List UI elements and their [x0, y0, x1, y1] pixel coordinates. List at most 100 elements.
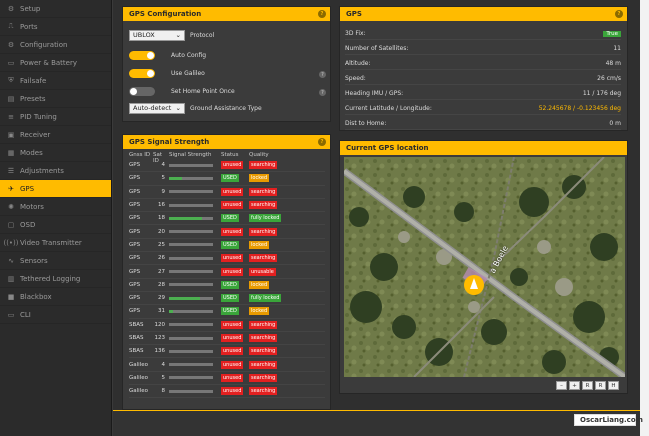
sidebar-item-ports[interactable]: ⎍ Ports	[0, 18, 111, 36]
main-content: GPS Configuration ? UBLOX ⌄ Protocol Aut…	[113, 0, 640, 410]
assist-select[interactable]: Auto-detect ⌄	[129, 102, 185, 114]
sidebar-item-label: Presets	[20, 94, 46, 103]
satellite-map[interactable]: a Boele	[344, 157, 625, 377]
gps-location-panel: Current GPS location a Boele – + R R H	[339, 140, 628, 394]
protocol-row: UBLOX ⌄ Protocol	[129, 29, 214, 41]
gps-info-panel: GPS ? 3D Fix: True Number of Satellites: 11…	[339, 6, 628, 131]
sidebar-item-blackbox[interactable]: ■ Blackbox	[0, 288, 111, 306]
signal-bar	[169, 176, 213, 180]
help-icon[interactable]: ?	[318, 138, 326, 146]
help-icon[interactable]: ?	[318, 10, 326, 18]
sidebar-item-motors[interactable]: ✺ Motors	[0, 198, 111, 216]
info-row: Number of Satellites: 11	[345, 43, 621, 55]
quality-badge: locked	[249, 307, 270, 316]
reset-button[interactable]: R	[595, 381, 606, 390]
blackbox-icon: ■	[7, 292, 15, 301]
signal-bar	[169, 190, 213, 194]
gnss-id: GPS	[129, 268, 141, 275]
shield-icon: ⛨	[8, 76, 14, 84]
signal-strength	[169, 363, 221, 367]
sidebar-item-tethered-logging[interactable]: ▥ Tethered Logging	[0, 270, 111, 288]
sidebar-item-pid-tuning[interactable]: ≡ PID Tuning	[0, 108, 111, 126]
signal-strength	[169, 163, 221, 167]
sat-id: 18	[158, 215, 165, 222]
gps-configuration-panel: GPS Configuration ? UBLOX ⌄ Protocol Aut…	[122, 6, 331, 122]
quality-badge: searching	[249, 347, 278, 356]
info-value: 48 m	[605, 60, 621, 67]
signal-strength	[169, 256, 221, 260]
gnss-id: GPS	[129, 295, 141, 302]
sidebar-item-failsafe[interactable]: ⛨ Failsafe	[0, 72, 111, 90]
sidebar-item-sensors[interactable]: ∿ Sensors	[0, 252, 111, 270]
sidebar-item-adjustments[interactable]: ☰ Adjustments	[0, 162, 111, 180]
signal-bar	[169, 389, 213, 393]
signal-bar	[169, 336, 213, 340]
signal-strength	[169, 349, 221, 353]
table-row: GPS 20 unused searching	[129, 225, 325, 239]
help-icon[interactable]: ?	[615, 10, 623, 18]
zoom-out-button[interactable]: –	[556, 381, 567, 390]
status-badge: unused	[221, 387, 244, 396]
vtx-icon: ((•))	[3, 238, 19, 247]
sidebar-item-label: GPS	[20, 184, 35, 193]
home-button[interactable]: H	[608, 381, 619, 390]
signal-strength	[169, 376, 221, 380]
sat-id: 27	[158, 268, 165, 275]
protocol-label: Protocol	[190, 31, 215, 39]
table-row: Galileo 4 unused searching	[129, 358, 325, 372]
sidebar: ⚙ Setup ⎍ Ports ⚙ Configuration ▭ Power & Batte…	[0, 0, 112, 436]
info-value: 52.245678 / -0.123456 deg	[538, 105, 621, 112]
gnss-id: GPS	[129, 241, 141, 248]
assist-row: Auto-detect ⌄ Ground Assistance Type	[129, 102, 262, 114]
panel-title: GPS	[346, 10, 362, 18]
quality-badge: searching	[249, 334, 278, 342]
sidebar-item-gps[interactable]: ✈ GPS	[0, 180, 111, 198]
table-row: GPS 26 unused searching	[129, 252, 325, 266]
status-badge: USED	[221, 294, 239, 303]
reset-button[interactable]: R	[582, 381, 593, 390]
sidebar-item-cli[interactable]: ▭ CLI	[0, 306, 111, 324]
signal-bar-fill	[169, 176, 183, 180]
scrollbar[interactable]	[640, 0, 649, 436]
signal-bar	[169, 256, 213, 260]
sidebar-item-receiver[interactable]: ▣ Receiver	[0, 126, 111, 144]
auto-config-toggle[interactable]	[129, 50, 155, 60]
sat-id: 120	[154, 321, 166, 328]
quality-badge: unusable	[249, 267, 276, 276]
gnss-id: SBAS	[129, 335, 144, 341]
sidebar-item-setup[interactable]: ⚙ Setup	[0, 0, 111, 18]
signal-bar	[169, 163, 213, 167]
protocol-select[interactable]: UBLOX ⌄	[129, 29, 185, 41]
sidebar-item-power-battery[interactable]: ▭ Power & Battery	[0, 54, 111, 72]
info-label: 3D Fix:	[345, 30, 366, 37]
chevron-down-icon: ⌄	[175, 31, 181, 39]
sidebar-item-label: Blackbox	[20, 292, 52, 301]
info-label: Dist to Home:	[345, 120, 387, 127]
map-controls: – + R R H	[556, 381, 619, 390]
sidebar-item-configuration[interactable]: ⚙ Configuration	[0, 36, 111, 54]
sidebar-item-osd[interactable]: ▢ OSD	[0, 216, 111, 234]
sidebar-item-modes[interactable]: ▦ Modes	[0, 144, 111, 162]
watermark-logo: OscarLiang.com	[574, 414, 643, 426]
gnss-id: GPS	[129, 228, 141, 235]
signal-bar	[169, 376, 213, 380]
help-icon[interactable]: ?	[319, 71, 326, 78]
status-badge: unused	[221, 227, 244, 236]
gnss-id: GPS	[129, 162, 141, 169]
use-galileo-toggle[interactable]	[129, 68, 155, 78]
assist-label: Ground Assistance Type	[190, 104, 262, 112]
assist-value: Auto-detect	[133, 104, 172, 112]
signal-strength	[169, 309, 221, 313]
home-point-toggle[interactable]	[129, 86, 155, 96]
sidebar-item-video-transmitter[interactable]: ((•)) Video Transmitter	[0, 234, 111, 252]
home-point-row: Set Home Point Once	[129, 85, 235, 97]
info-label: Number of Satellites:	[345, 45, 409, 52]
zoom-in-button[interactable]: +	[569, 381, 580, 390]
status-badge: unused	[221, 161, 244, 170]
help-icon[interactable]: ?	[319, 89, 326, 96]
sidebar-item-presets[interactable]: ▤ Presets	[0, 90, 111, 108]
quality-badge: searching	[249, 387, 278, 396]
auto-config-label: Auto Config	[171, 51, 207, 59]
terminal-icon: ▭	[7, 310, 15, 319]
signal-bar	[169, 296, 213, 300]
